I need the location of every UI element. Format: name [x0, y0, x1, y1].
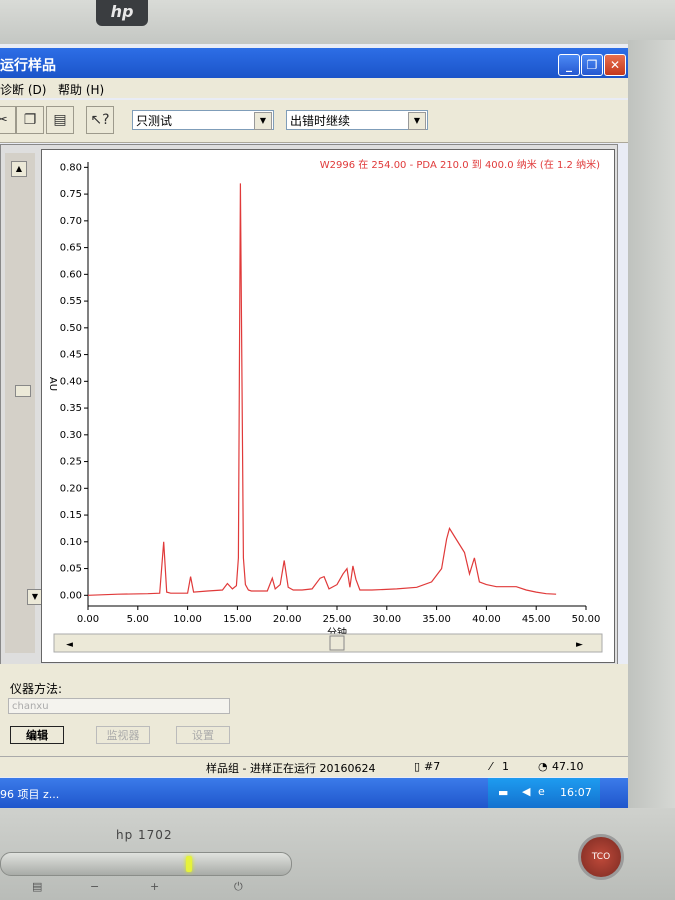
mode-select[interactable]: 只测试 ▼ — [132, 110, 274, 130]
taskbar: 96 项目 z... ▬ ◀ e 16:07 — [0, 778, 628, 808]
chevron-down-icon: ▼ — [254, 112, 272, 130]
y-tick-label: 0.40 — [60, 376, 82, 387]
menu-diagnose[interactable]: 诊断 (D) — [0, 81, 46, 98]
x-tick-label: 20.00 — [273, 614, 302, 625]
y-tick-label: 0.45 — [60, 350, 82, 361]
monitor-bezel-right — [628, 40, 675, 820]
chromatogram-chart: 0.00 0.05 0.10 0.15 0.20 0.25 0.30 0.35 0.40 0.45… — [47, 158, 603, 653]
x-tick-label: 25.00 — [323, 614, 352, 625]
y-tick-label: 0.65 — [60, 243, 82, 254]
y-tick-label: 0.35 — [60, 403, 82, 414]
chromatogram-plot: 0.00 0.05 0.10 0.15 0.20 0.25 0.30 0.35 0.40 0.45… — [41, 149, 615, 663]
plus-icon: + — [150, 880, 160, 893]
y-axis-label: AU — [47, 377, 58, 391]
chart-title: W2996 在 254.00 - PDA 210.0 到 400.0 纳米 (在… — [320, 158, 600, 171]
screen: 运行样品 _ ❐ ✕ 诊断 (D) 帮助 (H) ✂ ❐ ▤ ↖? 只测试 ▼ … — [0, 44, 628, 808]
chevron-down-icon: ▼ — [408, 112, 426, 130]
window-title: 运行样品 — [0, 58, 56, 74]
help-icon[interactable]: ↖? — [86, 106, 114, 134]
x-tick-label: 10.00 — [173, 614, 202, 625]
menu-help[interactable]: 帮助 (H) — [58, 81, 104, 98]
monitor-button-strip[interactable] — [0, 852, 292, 876]
series-line-0 — [87, 183, 557, 596]
system-tray: ▬ ◀ e 16:07 — [488, 778, 600, 808]
power-led — [186, 856, 192, 872]
y-tick-label: 0.15 — [60, 510, 82, 521]
monitor-bezel-top: hp — [0, 0, 675, 48]
y-tick-label: 0.70 — [60, 216, 82, 227]
x-tick-label: 45.00 — [522, 614, 551, 625]
vertical-scrollbar[interactable]: ▲ ▼ — [5, 153, 43, 653]
instrument-method-label: 仪器方法: — [10, 682, 63, 696]
y-tick-label: 0.60 — [60, 269, 82, 280]
y-tick-label: 0.20 — [60, 483, 82, 494]
y-tick-label: 0.55 — [60, 296, 82, 307]
copy-icon[interactable]: ❐ — [16, 106, 44, 134]
clock: 16:07 — [560, 786, 592, 799]
run-time: 47.10 — [552, 760, 584, 773]
horizontal-scrollbar — [53, 633, 603, 653]
clipboard-icon[interactable]: ▤ — [46, 106, 74, 134]
x-tick-label: 40.00 — [472, 614, 501, 625]
x-tick-label: 15.00 — [223, 614, 252, 625]
x-tick-label: 5.00 — [127, 614, 149, 625]
cut-icon[interactable]: ✂ — [0, 106, 16, 134]
error-handling-select[interactable]: 出错时继续 ▼ — [286, 110, 428, 130]
title-bar: 运行样品 _ ❐ ✕ — [0, 48, 628, 78]
x-tick-label: 50.00 — [572, 614, 601, 625]
y-tick-label: 0.05 — [60, 564, 82, 575]
injection-number: 1 — [502, 760, 509, 773]
horizontal-scroll-thumb — [329, 635, 345, 651]
scroll-thumb[interactable] — [15, 385, 31, 397]
status-bar: 样品组 - 进样正在运行 20160624 ▯ #7 ⁄ 1 ◔ 47.10 — [0, 756, 628, 777]
hp-logo: hp — [96, 0, 148, 26]
y-tick-label: 0.30 — [60, 430, 82, 441]
taskbar-item[interactable]: 96 项目 z... — [0, 786, 59, 802]
monitor-model: hp 1702 — [116, 828, 173, 842]
minimize-button[interactable]: _ — [558, 54, 580, 76]
y-tick-label: 0.50 — [60, 323, 82, 334]
monitor-button[interactable]: 监视器 — [96, 726, 150, 744]
sample-set-status: 样品组 - 进样正在运行 20160624 — [206, 762, 376, 775]
scroll-right-icon: ► — [576, 640, 583, 650]
clock-icon: ◔ — [538, 760, 548, 773]
minus-icon: − — [90, 880, 100, 893]
power-icon: ⏻ — [234, 880, 243, 893]
settings-button[interactable]: 设置 — [176, 726, 230, 744]
chromatogram-frame: ▲ ▼ 0.00 0.05 0.10 0.15 0.20 0.25 0.30 0.35 0.40… — [0, 144, 618, 666]
x-tick-label: 30.00 — [372, 614, 401, 625]
vial-number: #7 — [424, 760, 441, 773]
maximize-button[interactable]: ❐ — [581, 54, 603, 76]
y-tick-label: 0.25 — [60, 457, 82, 468]
y-tick-label: 0.80 — [60, 162, 82, 173]
scroll-left-icon: ◄ — [66, 640, 73, 650]
edit-button[interactable]: 编辑 — [10, 726, 64, 744]
close-button[interactable]: ✕ — [604, 54, 626, 76]
vial-icon: ▯ — [414, 760, 421, 773]
ie-icon[interactable]: e — [538, 785, 545, 798]
y-tick-label: 0.00 — [60, 590, 82, 601]
menu-bar: 诊断 (D) 帮助 (H) — [0, 78, 628, 98]
scroll-up-icon[interactable]: ▲ — [11, 161, 27, 177]
x-tick-label: 0.00 — [77, 614, 99, 625]
x-tick-label: 35.00 — [422, 614, 451, 625]
instrument-method-select[interactable]: chanxu — [8, 698, 230, 714]
back-icon[interactable]: ◀ — [522, 785, 530, 798]
certification-badge: TCO — [578, 834, 624, 880]
y-tick-label: 0.10 — [60, 537, 82, 548]
y-tick-label: 0.75 — [60, 189, 82, 200]
menu-icon: ▤ — [32, 880, 43, 893]
toolbar: ✂ ❐ ▤ ↖? 只测试 ▼ 出错时继续 ▼ — [0, 100, 628, 143]
network-icon: ▬ — [498, 786, 509, 799]
syringe-icon: ⁄ — [490, 760, 492, 773]
